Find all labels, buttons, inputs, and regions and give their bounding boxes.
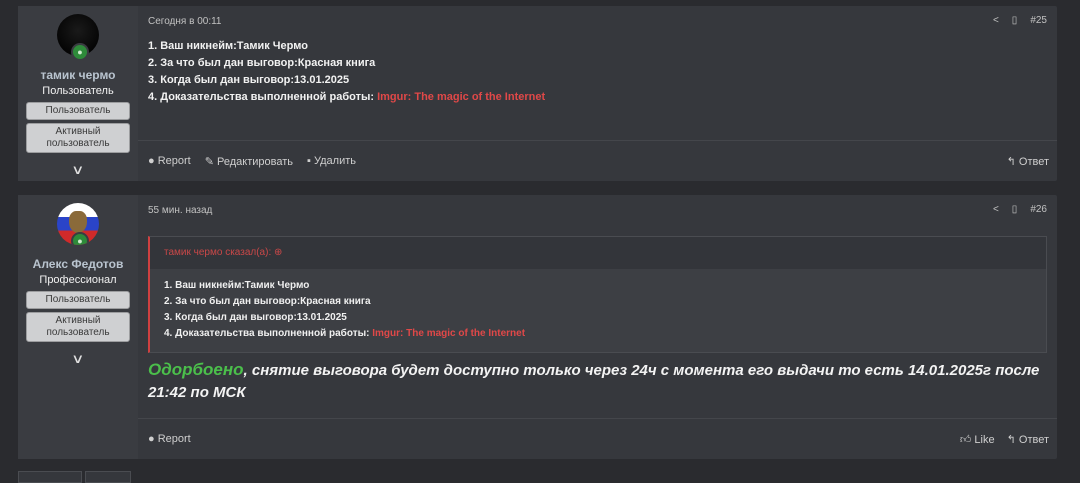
username[interactable]: тамик чермо: [40, 68, 115, 82]
user-badge: Пользователь: [26, 102, 130, 120]
quote-line: 1. Ваш никнейм:Тамик Чермо: [164, 280, 310, 291]
post-content: Сегодня в 00:11 < ▯ #25 1. Ваш никнейм:Т…: [138, 6, 1057, 181]
report-button[interactable]: ● Report: [148, 433, 191, 445]
bookmark-icon[interactable]: ▯: [1012, 204, 1018, 215]
proof-link[interactable]: Imgur: The magic of the Internet: [372, 328, 525, 339]
user-badge: Активный пользователь: [26, 312, 130, 342]
online-status-icon: ●: [71, 232, 89, 245]
reply-body: , снятие выговора будет доступно только …: [148, 362, 1040, 401]
post-number[interactable]: #25: [1030, 15, 1047, 26]
avatar[interactable]: ●: [57, 14, 99, 61]
post-line: 1. Ваш никнейм:Тамик Чермо: [148, 40, 308, 52]
user-sidebar: ● Алекс Федотов Профессионал Пользовател…: [18, 195, 138, 459]
reply-button[interactable]: ↰ Ответ: [1007, 433, 1049, 446]
post-tools: < ▯ #25: [993, 15, 1047, 26]
delete-label: Удалить: [313, 155, 356, 167]
bookmark-icon[interactable]: ▯: [1012, 15, 1018, 26]
pencil-icon: ✎: [204, 155, 218, 168]
trash-icon: ▪: [307, 155, 314, 167]
reply-button[interactable]: ↰ Ответ: [1007, 155, 1049, 168]
chevron-down-icon[interactable]: ∨: [71, 162, 84, 178]
post-line: 2. За что был дан выговор:Красная книга: [148, 57, 376, 69]
post-content: 55 мин. назад < ▯ #26 тамик чермо сказал…: [138, 195, 1057, 459]
quote-body: 1. Ваш никнейм:Тамик Чермо 2. За что был…: [150, 269, 1046, 342]
share-icon[interactable]: <: [993, 204, 999, 215]
user-title: Пользователь: [42, 85, 114, 97]
post-footer: ● Report ✎ Редактировать ▪ Удалить ↰ Отв…: [138, 140, 1057, 181]
emblem-icon: [69, 211, 87, 233]
report-icon: ●: [148, 433, 158, 445]
arrow-up-circle-icon[interactable]: ⊕: [274, 247, 282, 258]
footer-right: ↰ Ответ: [1007, 155, 1049, 168]
reply-label: Ответ: [1018, 155, 1049, 168]
post-footer: ● Report 👍︎ Like ↰ Ответ: [138, 418, 1057, 459]
post-25: ● тамик чермо Пользователь Пользователь …: [18, 6, 1057, 181]
user-title: Профессионал: [39, 274, 117, 286]
post-line: 3. Когда был дан выговор:13.01.2025: [148, 74, 350, 86]
quote-line: 2. За что был дан выговор:Красная книга: [164, 296, 371, 307]
user-badge: Пользователь: [26, 291, 130, 309]
quote-line: 3. Когда был дан выговор:13.01.2025: [164, 312, 347, 323]
post-26: ● Алекс Федотов Профессионал Пользовател…: [18, 195, 1057, 459]
online-status-icon: ●: [71, 43, 89, 61]
post-tools: < ▯ #26: [993, 204, 1047, 215]
reply-icon: ↰: [1006, 155, 1019, 168]
footer-right: 👍︎ Like ↰ Ответ: [960, 433, 1049, 446]
pagination-button[interactable]: [18, 471, 82, 483]
report-button[interactable]: ● Report: [148, 155, 191, 167]
report-icon: ●: [148, 155, 158, 167]
username[interactable]: Алекс Федотов: [33, 257, 124, 271]
report-label: Report: [157, 433, 191, 445]
delete-button[interactable]: ▪ Удалить: [307, 155, 356, 167]
report-label: Report: [157, 155, 191, 167]
pagination-button[interactable]: [85, 471, 131, 483]
post-time[interactable]: Сегодня в 00:11: [148, 16, 221, 27]
thumbs-up-icon: 👍︎: [959, 433, 975, 446]
approved-text: Одорбоено: [148, 360, 244, 379]
post-line: 4. Доказательства выполненной работы: Im…: [148, 89, 545, 106]
proof-link[interactable]: Imgur: The magic of the Internet: [377, 91, 545, 103]
chevron-down-icon[interactable]: ∨: [71, 351, 84, 367]
quote-author[interactable]: тамик чермо сказал(а):: [164, 247, 271, 258]
edit-button[interactable]: ✎ Редактировать: [205, 155, 293, 168]
reply-text: Одорбоено, снятие выговора будет доступн…: [148, 359, 1048, 404]
proof-label: 4. Доказательства выполненной работы:: [148, 91, 378, 103]
post-number[interactable]: #26: [1030, 204, 1047, 215]
edit-label: Редактировать: [217, 155, 294, 168]
post-body: 1. Ваш никнейм:Тамик Чермо 2. За что был…: [148, 38, 545, 106]
proof-label: 4. Доказательства выполненной работы:: [164, 328, 373, 339]
quote-block: тамик чермо сказал(а): ⊕ 1. Ваш никнейм:…: [148, 236, 1047, 353]
reply-label: Ответ: [1018, 433, 1049, 446]
avatar[interactable]: ●: [57, 203, 99, 245]
like-label: Like: [974, 433, 995, 446]
like-button[interactable]: 👍︎ Like: [960, 433, 995, 446]
reply-icon: ↰: [1006, 433, 1019, 446]
post-time[interactable]: 55 мин. назад: [148, 205, 212, 216]
user-badge: Активный пользователь: [26, 123, 130, 153]
quote-header[interactable]: тамик чермо сказал(а): ⊕: [150, 237, 1046, 269]
user-sidebar: ● тамик чермо Пользователь Пользователь …: [18, 6, 138, 181]
share-icon[interactable]: <: [993, 15, 999, 26]
quote-line: 4. Доказательства выполненной работы: Im…: [164, 326, 1046, 342]
